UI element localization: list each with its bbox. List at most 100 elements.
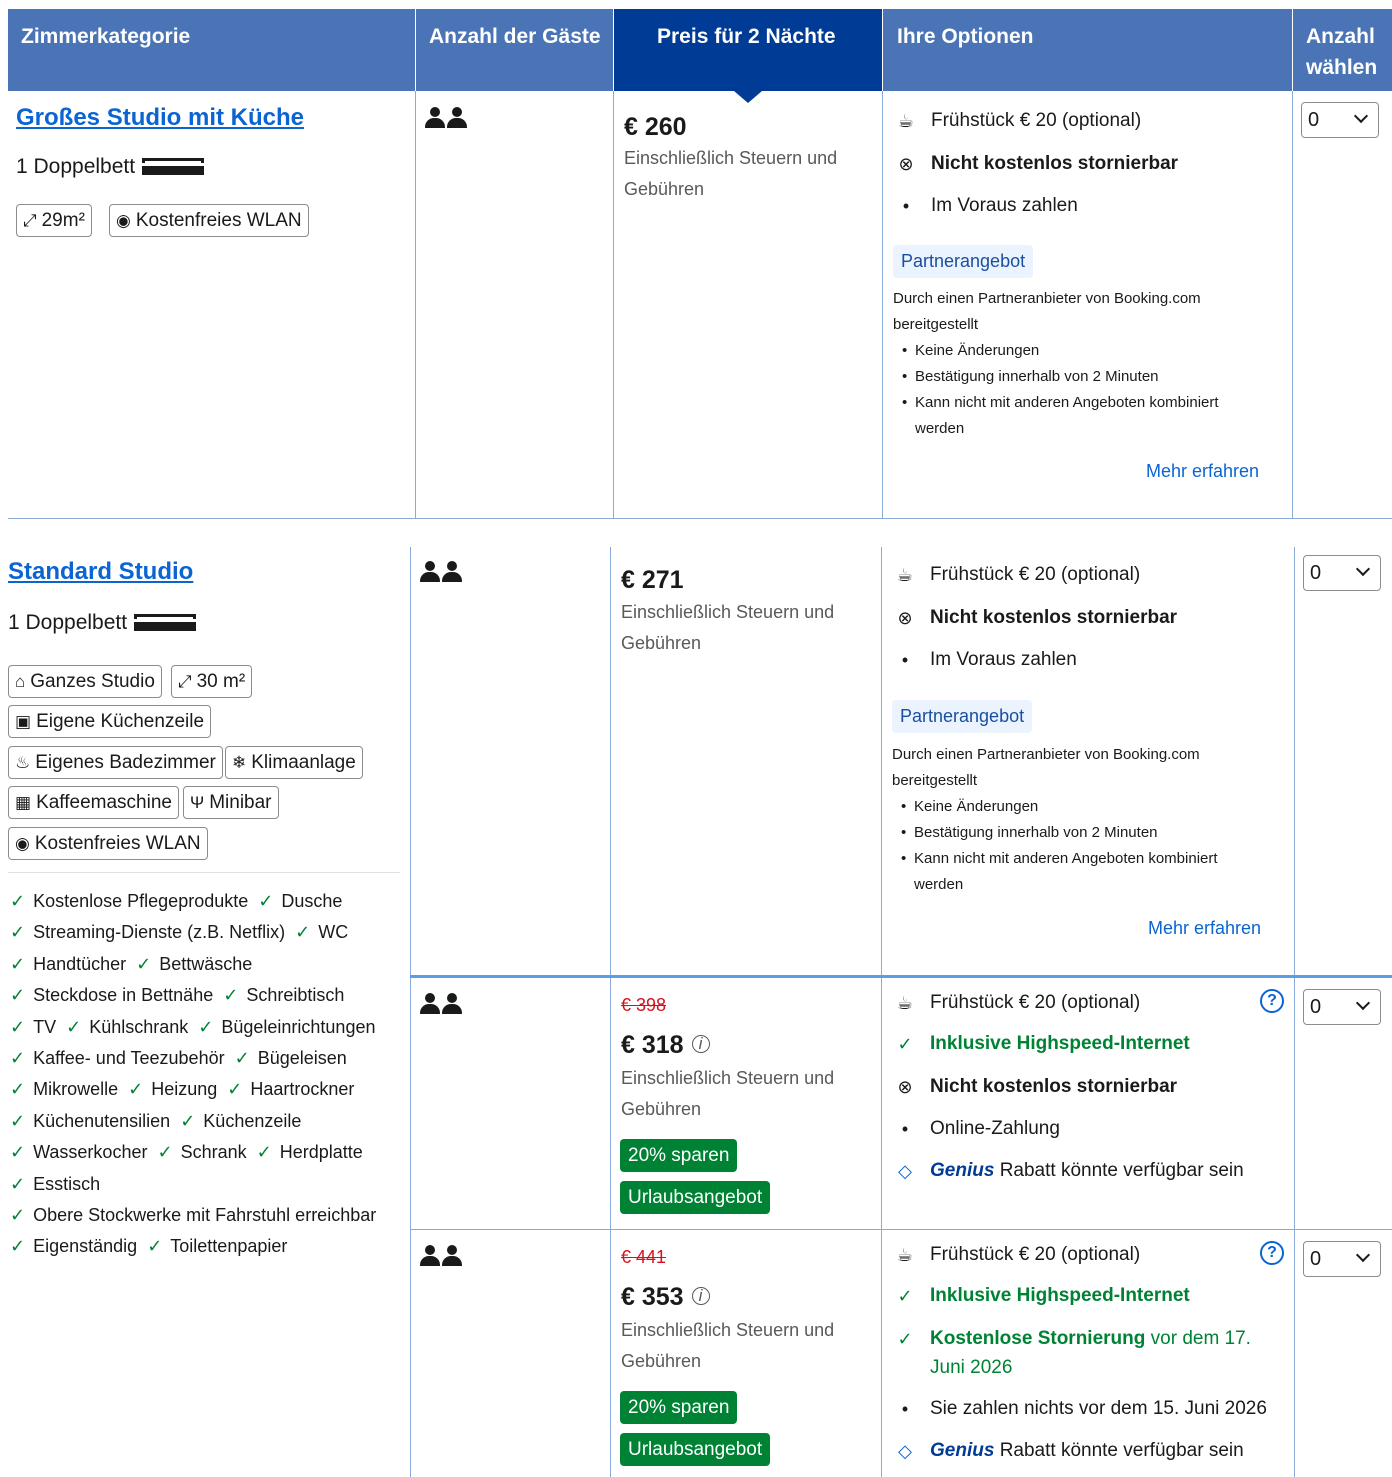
breakfast-option: ☕ Frühstück € 20 (optional) [892,992,1140,1014]
internet-label: Inklusive Highspeed-Internet [930,1285,1190,1306]
bullet-icon: • [902,195,910,216]
check-icon: ✓ [10,1205,26,1225]
facility-item: Bügeleinrichtungen [221,1016,376,1037]
partner-badge: Partnerangebot [892,700,1033,733]
genius-text: Rabatt könnte verfügbar sein [999,1160,1244,1181]
bed-label: 1 Doppelbett [8,611,128,634]
chip-label: Minibar [209,791,272,813]
genius-label: Genius [930,1160,995,1181]
room-title-link[interactable]: Standard Studio [8,558,193,586]
check-icon: ✓ [10,1142,26,1163]
check-icon: ✓ [198,1016,214,1037]
genius-info: ◇ Genius Rabatt könnte verfügbar sein [892,1160,1244,1182]
partner-bullet: Bestätigung innerhalb von 2 Minuten [893,364,1253,390]
price-row: € 353 i [621,1283,710,1312]
chip-label: Ganzes Studio [30,670,155,692]
check-icon: ✓ [10,953,26,974]
info-icon[interactable]: i [691,1035,710,1053]
quantity-select[interactable]: 0 [1303,989,1381,1025]
genius-label: Genius [930,1440,995,1461]
breakfast-label: Frühstück € 20 (optional) [930,1244,1141,1265]
quantity-value: 0 [1310,562,1322,584]
chip-label: Kaffeemaschine [36,791,172,813]
price: € 271 [621,566,684,594]
facility-item: Küchenzeile [203,1110,302,1131]
bed-icon [142,158,205,175]
check-icon: ✓ [897,1328,913,1349]
more-info-link[interactable]: Mehr erfahren [1148,918,1261,939]
price-row: € 318 i [621,1031,710,1060]
chip-label: Kostenfreies WLAN [34,832,201,854]
help-icon[interactable]: ? [1260,989,1284,1013]
cancel-icon: ⊗ [898,153,914,174]
divider [613,91,614,519]
info-icon[interactable]: i [691,1287,710,1305]
snowflake-icon: ❄ [232,753,247,772]
facility-row: ✓ Streaming-Dienste (z.B. Netflix) ✓ WC [10,922,348,943]
free-cancel-policy: ✓ Kostenlose Stornierung vor dem 17. [892,1328,1251,1350]
chip-bathroom: ♨ Eigenes Badezimmer [8,746,223,779]
cancel-policy: ⊗ Nicht kostenlos stornierbar [893,153,1178,175]
chip-label: 29m² [41,209,85,231]
header-price[interactable]: Preis für 2 Nächte [614,9,882,91]
bullet-icon: • [901,649,909,670]
free-cancel-label: Kostenlose Stornierung [930,1328,1146,1349]
coffee-icon: ▦ [15,793,32,812]
check-icon: ✓ [295,922,311,943]
cancel-label: Nicht kostenlos stornierbar [930,1076,1178,1097]
quantity-select[interactable]: 0 [1301,102,1379,138]
bed-info: 1 Doppelbett [16,155,205,179]
facility-item: Schreibtisch [246,985,345,1006]
cancel-label: Nicht kostenlos stornierbar [930,607,1178,628]
facility-row: ✓ Obere Stockwerke mit Fahrstuhl erreichb… [10,1205,376,1226]
coffee-cup-icon: ☕ [896,992,914,1013]
people-icon [420,993,464,1015]
facility-item: Bettwäsche [159,953,253,974]
payment-label: Im Voraus zahlen [930,649,1077,670]
check-icon: ✓ [10,891,26,911]
chevron-down-icon [1355,995,1371,1011]
kitchen-icon: ▣ [15,712,32,731]
partner-text: Durch einen Partneranbieter von Booking.… [893,290,1201,333]
people-icon [425,107,469,129]
payment-label: Online-Zahlung [930,1118,1060,1139]
check-icon: ✓ [180,1110,196,1131]
house-icon: ⌂ [15,672,26,691]
minibar-icon: Ψ [190,793,205,812]
check-icon: ✓ [147,1236,163,1257]
check-icon: ✓ [10,1079,26,1100]
tag-icon: ◇ [898,1160,912,1181]
check-icon: ✓ [66,1016,82,1037]
chip-label: Eigenes Badezimmer [35,751,216,773]
check-icon: ✓ [10,1110,26,1131]
row-divider [8,518,1392,519]
cancel-label: Nicht kostenlos stornierbar [931,153,1179,174]
people-icon [420,561,464,583]
cancel-icon: ⊗ [897,607,913,628]
room-title-link[interactable]: Großes Studio mit Küche [16,104,304,132]
check-icon: ✓ [136,953,152,974]
facility-item: WC [318,922,349,943]
divider [610,547,611,1477]
bed-label: 1 Doppelbett [16,155,136,178]
header-room-label: Zimmerkategorie [21,25,191,48]
partner-bullet: Bestätigung innerhalb von 2 Minuten [892,820,1252,846]
quantity-select[interactable]: 0 [1303,555,1381,591]
check-icon: ✓ [10,985,26,1006]
discount-badge: 20% sparen [620,1391,738,1424]
header-options-label: Ihre Optionen [897,25,1034,48]
area-icon: ⤢ [23,211,37,230]
divider [410,547,411,1477]
people-icon [420,1245,464,1267]
genius-info: ◇ Genius Rabatt könnte verfügbar sein [892,1440,1244,1462]
help-icon[interactable]: ? [1260,1241,1284,1265]
partner-bullet: Keine Änderungen [892,794,1252,820]
more-info-link[interactable]: Mehr erfahren [1146,461,1259,482]
facility-row: ✓ Mikrowelle ✓ Heizung ✓ Haartrockner [10,1079,354,1100]
header-select-label-2: wählen [1306,56,1378,79]
quantity-select[interactable]: 0 [1303,1241,1381,1277]
check-icon: ✓ [897,1033,913,1054]
chip-coffee-machine: ▦ Kaffeemaschine [8,786,179,819]
breakfast-label: Frühstück € 20 (optional) [930,992,1141,1013]
price: € 260 [624,113,687,141]
